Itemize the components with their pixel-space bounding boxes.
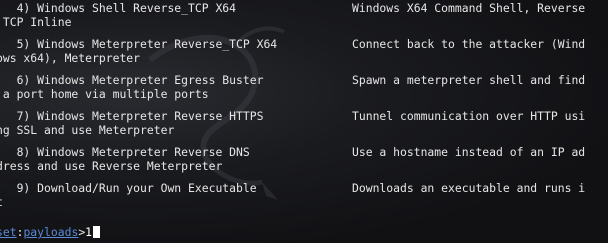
text-cursor: [93, 226, 101, 238]
prompt-payloads: payloads: [23, 225, 79, 239]
payload-option-4-cont: TCP Inline: [0, 15, 72, 29]
payload-option-8: 8) Windows Meterpreter Reverse DNS: [0, 145, 250, 159]
payload-option-5-cont: ows x64), Meterpreter: [0, 51, 141, 65]
payload-option-9: 9) Download/Run your Own Executable: [0, 181, 257, 195]
payload-option-8-cont: dress and use Reverse Meterpreter: [0, 159, 223, 173]
payload-option-7-cont: ng SSL and use Meterpreter: [0, 123, 175, 137]
command-input[interactable]: 1: [85, 225, 92, 239]
payload-option-6-cont: a port home via multiple ports: [0, 87, 209, 101]
payload-desc-6: Spawn a meterpreter shell and find: [352, 73, 586, 87]
payload-option-7: 7) Windows Meterpreter Reverse HTTPS: [0, 109, 264, 123]
command-prompt[interactable]: set:payloads>1: [0, 225, 101, 239]
payload-option-5: 5) Windows Meterpreter Reverse_TCP X64: [0, 37, 278, 51]
payload-desc-4: Windows X64 Command Shell, Reverse: [352, 1, 586, 15]
prompt-set: set: [0, 225, 17, 239]
terminal-window[interactable]: 4) Windows Shell Reverse_TCP X64 Windows…: [0, 0, 608, 243]
payload-desc-9: Downloads an executable and runs i: [352, 181, 586, 195]
payload-option-6: 6) Windows Meterpreter Egress Buster: [0, 73, 264, 87]
payload-desc-8: Use a hostname instead of an IP ad: [352, 145, 586, 159]
payload-option-9-cont: t: [0, 195, 3, 209]
payload-desc-5: Connect back to the attacker (Wind: [352, 37, 586, 51]
payload-desc-7: Tunnel communication over HTTP usi: [352, 109, 586, 123]
payload-option-4: 4) Windows Shell Reverse_TCP X64: [0, 1, 237, 15]
